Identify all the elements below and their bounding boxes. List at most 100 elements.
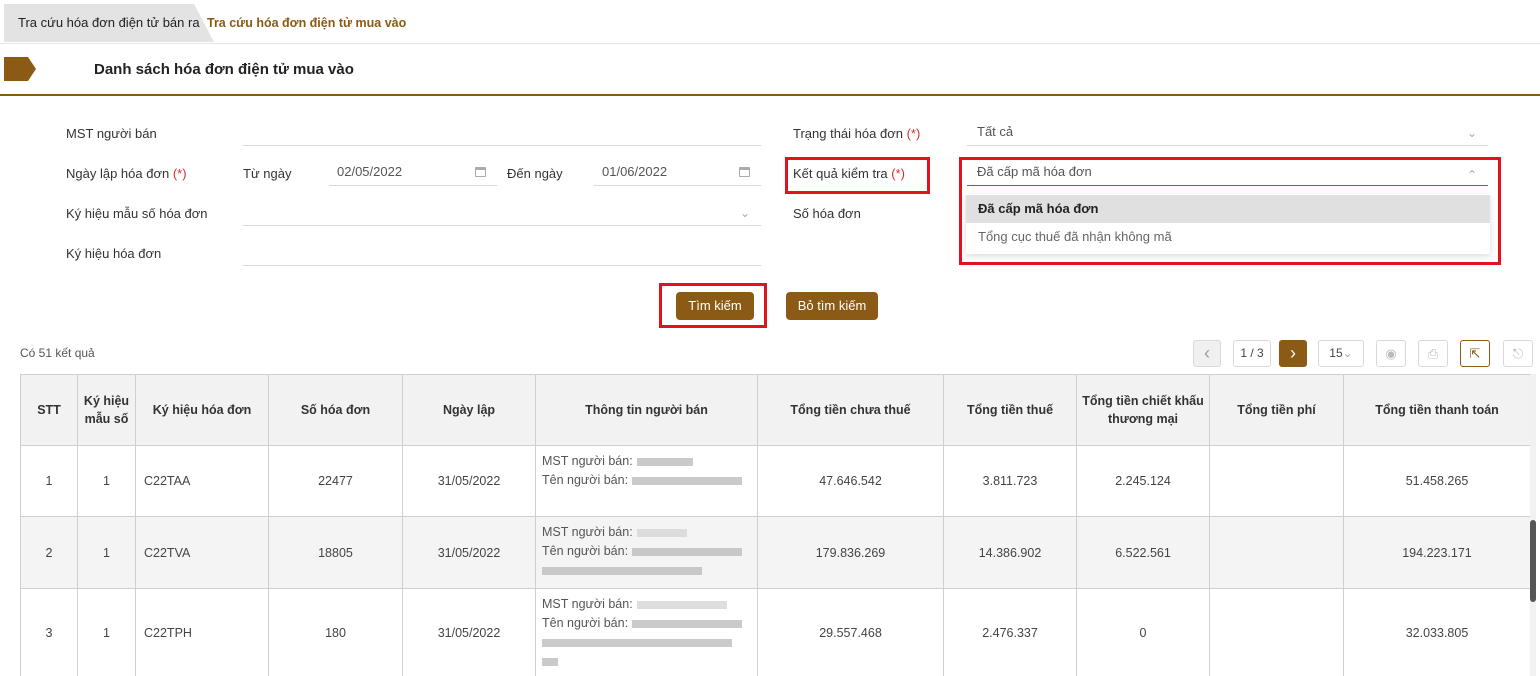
col-header: Tổng tiền thanh toán bbox=[1343, 374, 1531, 446]
table-row[interactable]: 3 1 C22TPH 180 31/05/2022 MST người bán:… bbox=[20, 588, 1531, 676]
cell-phi bbox=[1209, 516, 1344, 589]
tab-ban-ra[interactable]: Tra cứu hóa đơn điện tử bán ra bbox=[18, 4, 200, 42]
col-header: Tổng tiền thuế bbox=[943, 374, 1077, 446]
seller-mst-label: MST người bán: bbox=[542, 525, 633, 539]
page-size-select[interactable]: 15⌄ bbox=[1318, 340, 1364, 367]
seller-name: Tên người bán: bbox=[542, 471, 751, 490]
cell-thanh-toan: 51.458.265 bbox=[1343, 445, 1531, 517]
col-header: Tổng tiền chiết khấu thương mại bbox=[1076, 374, 1210, 446]
cell-chua-thue: 179.836.269 bbox=[757, 516, 944, 589]
den-ngay-value: 01/06/2022 bbox=[602, 164, 668, 179]
chevron-down-icon: ⌄ bbox=[1342, 346, 1353, 360]
seller-address bbox=[542, 633, 751, 652]
calendar-icon[interactable] bbox=[739, 167, 750, 177]
ngay-lap-text: Ngày lập hóa đơn bbox=[66, 166, 170, 181]
redacted-text bbox=[542, 566, 702, 575]
view-icon[interactable]: ◉ bbox=[1376, 340, 1406, 367]
seller-name-label: Tên người bán: bbox=[542, 473, 629, 487]
table-header-row: STT Ký hiệu mẫu số Ký hiệu hóa đơn Số hó… bbox=[20, 374, 1531, 446]
cell-ngay: 31/05/2022 bbox=[402, 516, 536, 589]
trang-thai-value: Tất cả bbox=[977, 124, 1014, 139]
cell-so: 18805 bbox=[268, 516, 403, 589]
cell-so: 22477 bbox=[268, 445, 403, 517]
cell-ngay: 31/05/2022 bbox=[402, 588, 536, 676]
table-row[interactable]: 2 1 C22TVA 18805 31/05/2022 MST người bá… bbox=[20, 516, 1531, 589]
cell-seller: MST người bán: Tên người bán: bbox=[535, 516, 758, 589]
search-button[interactable]: Tìm kiếm bbox=[676, 292, 754, 320]
prev-page-button[interactable]: ‹ bbox=[1193, 340, 1221, 367]
seller-mst: MST người bán: bbox=[542, 452, 751, 471]
trang-thai-label: Trạng thái hóa đơn (*) bbox=[793, 126, 920, 141]
col-header: STT bbox=[20, 374, 78, 446]
invoice-table: STT Ký hiệu mẫu số Ký hiệu hóa đơn Số hó… bbox=[20, 374, 1531, 676]
redacted-text bbox=[632, 476, 743, 485]
seller-name: Tên người bán: bbox=[542, 542, 751, 561]
table-row[interactable]: 1 1 C22TAA 22477 31/05/2022 MST người bá… bbox=[20, 445, 1531, 517]
page-indicator: 1 / 3 bbox=[1233, 340, 1271, 367]
redacted-text bbox=[632, 619, 743, 628]
tu-ngay-label: Từ ngày bbox=[243, 166, 292, 181]
seller-mst: MST người bán: bbox=[542, 595, 751, 614]
export-icon[interactable]: ⇱ bbox=[1460, 340, 1490, 367]
trang-thai-text: Trạng thái hóa đơn bbox=[793, 126, 903, 141]
chevron-left-icon: ‹ bbox=[1204, 343, 1210, 363]
download-icon[interactable]: ⎋ bbox=[1503, 340, 1533, 367]
cell-thue: 3.811.723 bbox=[943, 445, 1077, 517]
seller-name: Tên người bán: bbox=[542, 614, 751, 633]
cell-phi bbox=[1209, 588, 1344, 676]
redacted-text bbox=[542, 638, 732, 647]
print-icon[interactable]: ⎙ bbox=[1418, 340, 1448, 367]
col-header: Tổng tiền chưa thuế bbox=[757, 374, 944, 446]
cell-thue: 14.386.902 bbox=[943, 516, 1077, 589]
cell-thanh-toan: 194.223.171 bbox=[1343, 516, 1531, 589]
required-mark: (*) bbox=[906, 126, 921, 141]
tab-mua-vao[interactable]: Tra cứu hóa đơn điện tử mua vào bbox=[207, 4, 406, 42]
cell-thanh-toan: 32.033.805 bbox=[1343, 588, 1531, 676]
highlight-box bbox=[959, 157, 1501, 265]
ky-hieu-mau-so-label: Ký hiệu mẫu số hóa đơn bbox=[66, 206, 208, 221]
ky-hieu-hoa-don-input[interactable] bbox=[243, 240, 761, 266]
cell-ngay: 31/05/2022 bbox=[402, 445, 536, 517]
mst-label: MST người bán bbox=[66, 126, 157, 141]
den-ngay-label: Đến ngày bbox=[507, 166, 563, 181]
mst-input[interactable] bbox=[243, 120, 761, 146]
col-header: Ký hiệu mẫu số bbox=[77, 374, 136, 446]
so-hoa-don-label: Số hóa đơn bbox=[793, 206, 861, 221]
col-header: Ký hiệu hóa đơn bbox=[135, 374, 269, 446]
cell-seller: MST người bán: Tên người bán: bbox=[535, 588, 758, 676]
redacted-text bbox=[636, 600, 727, 609]
redacted-text bbox=[542, 657, 558, 666]
seller-mst-label: MST người bán: bbox=[542, 597, 633, 611]
chevron-down-icon: ⌄ bbox=[740, 206, 751, 220]
cell-so: 180 bbox=[268, 588, 403, 676]
cell-ky-hieu: C22TVA bbox=[135, 516, 269, 589]
trang-thai-select[interactable] bbox=[967, 120, 1488, 146]
ky-hieu-hoa-don-label: Ký hiệu hóa đơn bbox=[66, 246, 162, 261]
cell-mau-so: 1 bbox=[77, 445, 136, 517]
seller-mst: MST người bán: bbox=[542, 523, 751, 542]
clear-search-button[interactable]: Bỏ tìm kiếm bbox=[786, 292, 878, 320]
cell-seller: MST người bán: Tên người bán: bbox=[535, 445, 758, 517]
chevron-right-icon: › bbox=[1290, 343, 1296, 363]
col-header: Ngày lập bbox=[402, 374, 536, 446]
calendar-icon[interactable] bbox=[475, 167, 486, 177]
cell-chiet-khau: 0 bbox=[1076, 588, 1210, 676]
cell-ky-hieu: C22TAA bbox=[135, 445, 269, 517]
cell-mau-so: 1 bbox=[77, 588, 136, 676]
cell-stt: 2 bbox=[20, 516, 78, 589]
scrollbar-thumb[interactable] bbox=[1530, 520, 1536, 602]
redacted-text bbox=[636, 457, 693, 466]
cell-chiet-khau: 6.522.561 bbox=[1076, 516, 1210, 589]
cell-mau-so: 1 bbox=[77, 516, 136, 589]
seller-name-label: Tên người bán: bbox=[542, 616, 629, 630]
section-header: Danh sách hóa đơn điện tử mua vào bbox=[0, 48, 1540, 96]
page-size-value: 15 bbox=[1329, 346, 1343, 360]
cell-chua-thue: 29.557.468 bbox=[757, 588, 944, 676]
seller-name-label: Tên người bán: bbox=[542, 544, 629, 558]
col-header: Tổng tiền phí bbox=[1209, 374, 1344, 446]
cell-phi bbox=[1209, 445, 1344, 517]
next-page-button[interactable]: › bbox=[1279, 340, 1307, 367]
ky-hieu-mau-so-select[interactable] bbox=[243, 200, 761, 226]
seller-mst-label: MST người bán: bbox=[542, 454, 633, 468]
cell-ky-hieu: C22TPH bbox=[135, 588, 269, 676]
